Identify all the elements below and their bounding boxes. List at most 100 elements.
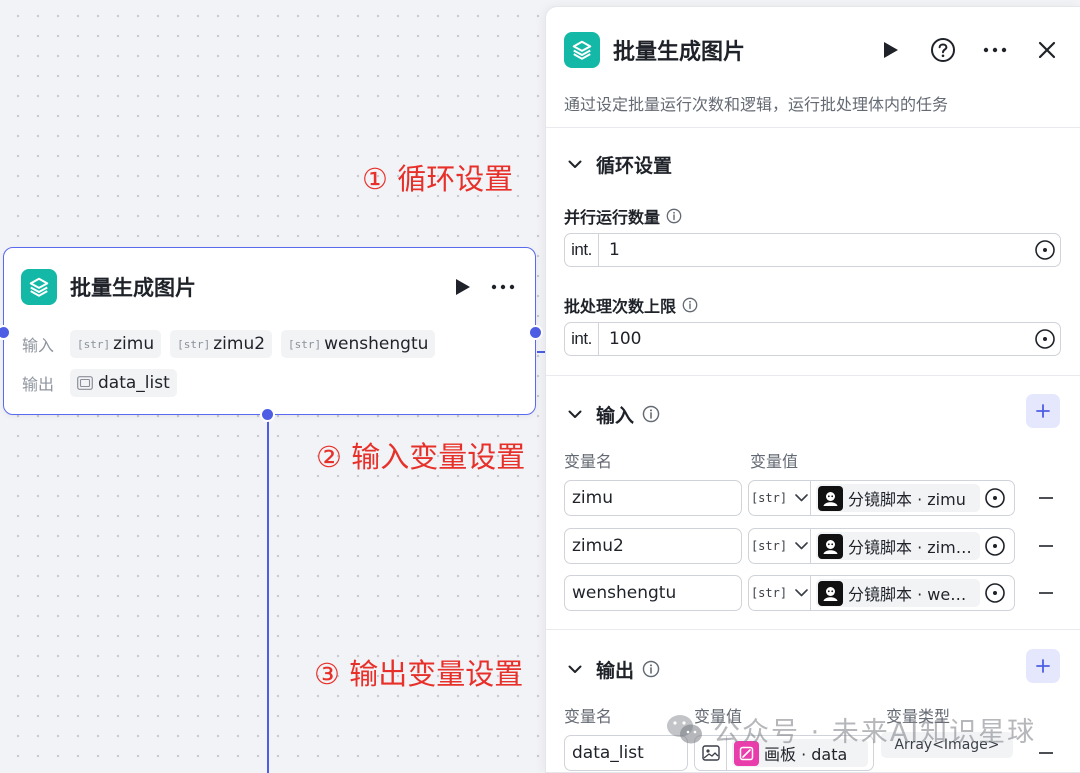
info-icon[interactable] [642, 405, 660, 423]
batch-limit-input[interactable]: int. 100 [564, 322, 1061, 356]
variable-reference[interactable]: 画板 · data [732, 739, 868, 767]
variable-reference[interactable]: 分镜脚本 · zimu [816, 484, 980, 512]
output-col-type: 变量类型 [886, 707, 951, 726]
variable-name-input[interactable]: zimu2 [564, 528, 742, 564]
annotation-loop-settings: ① 循环设置 [362, 162, 514, 196]
batch-node[interactable]: 批量生成图片 输入 [str] zimu [str] zimu2 [str] wens… [0, 247, 543, 422]
output-col-name: 变量名 [564, 707, 613, 726]
chevron-down-icon[interactable] [566, 405, 584, 423]
layers-icon [564, 32, 600, 68]
chevron-down-icon [795, 589, 808, 597]
node-settings-panel: 批量生成图片 通过设定批量运行次数和逻辑，运行批处理体内的任务 循环设置 并行运… [545, 6, 1080, 773]
close-button[interactable] [1032, 35, 1062, 65]
remove-row-button[interactable] [1034, 741, 1058, 765]
input-section-title: 输入 [596, 404, 635, 427]
chevron-down-icon [795, 494, 808, 502]
input-section-header[interactable]: 输入 [566, 394, 1060, 429]
divider [546, 629, 1080, 630]
avatar-icon [818, 580, 843, 606]
input-variable-row: zimu2 [str] 分镜脚本 · zim… [564, 528, 1062, 564]
variable-value-field: [str] 分镜脚本 · we… [748, 575, 1015, 611]
layers-icon [21, 269, 57, 305]
chevron-down-icon[interactable] [566, 155, 584, 173]
panel-title: 批量生成图片 [613, 40, 746, 65]
run-button[interactable] [449, 273, 477, 301]
type-select[interactable]: [str] [749, 576, 811, 610]
chevron-down-icon [795, 542, 808, 550]
batch-body-port[interactable] [260, 407, 275, 422]
int-type-prefix: int. [565, 234, 599, 266]
output-port[interactable] [528, 325, 543, 340]
canvas-icon [734, 740, 759, 766]
input-variable-row: zimu [str] 分镜脚本 · zimu [564, 480, 1062, 516]
variable-name-input[interactable]: wenshengtu [564, 575, 742, 611]
variable-reference[interactable]: 分镜脚本 · we… [816, 579, 980, 607]
info-icon[interactable] [666, 208, 682, 224]
remove-row-button[interactable] [1034, 486, 1058, 510]
panel-header: 批量生成图片 [564, 32, 1062, 68]
avatar-icon [818, 485, 843, 511]
chevron-down-icon[interactable] [566, 660, 584, 678]
info-icon[interactable] [642, 660, 660, 678]
plus-icon [1036, 404, 1050, 418]
batch-limit-value[interactable]: 100 [609, 329, 1030, 349]
loop-section-title: 循环设置 [596, 154, 673, 177]
variable-value-field: 画板 · data [694, 735, 874, 771]
node-inputs: 输入 [str] zimu [str] zimu2 [str] wenshengtu [22, 330, 444, 358]
input-port[interactable] [0, 325, 11, 340]
type-select[interactable]: [str] [749, 481, 811, 515]
more-button[interactable] [489, 273, 517, 301]
avatar-icon [818, 533, 843, 559]
int-type-prefix: int. [565, 323, 599, 355]
input-col-value: 变量值 [750, 452, 799, 471]
close-icon [1038, 41, 1056, 59]
parallel-count-input[interactable]: int. 1 [564, 233, 1061, 267]
more-icon [491, 284, 515, 290]
play-icon [456, 279, 470, 295]
node-input-tag: [str] zimu [70, 330, 162, 358]
node-output-label: 输出 [22, 375, 55, 394]
node-header: 批量生成图片 [21, 269, 517, 305]
help-icon [931, 38, 955, 62]
node-output-tag: data_list [70, 369, 177, 397]
edge-line-down [267, 414, 269, 773]
variable-ref-icon[interactable] [980, 582, 1010, 604]
type-select[interactable] [695, 736, 727, 770]
output-section-header[interactable]: 输出 [566, 649, 1060, 684]
variable-reference[interactable]: 分镜脚本 · zim… [816, 532, 980, 560]
parallel-count-label: 并行运行数量 [564, 204, 682, 228]
output-section-title: 输出 [596, 659, 635, 682]
info-icon[interactable] [682, 297, 698, 313]
variable-ref-icon[interactable] [980, 487, 1010, 509]
parallel-count-value[interactable]: 1 [609, 240, 1030, 260]
node-title: 批量生成图片 [70, 276, 196, 300]
output-variable-type: Array<Image> [881, 732, 1013, 758]
remove-row-button[interactable] [1034, 581, 1058, 605]
add-input-button[interactable] [1026, 394, 1060, 428]
minus-icon [1039, 752, 1053, 754]
plus-icon [1036, 659, 1050, 673]
variable-ref-icon[interactable] [980, 535, 1010, 557]
play-icon [884, 42, 898, 58]
type-select[interactable]: [str] [749, 529, 811, 563]
image-array-icon [77, 376, 93, 390]
variable-value-field: [str] 分镜脚本 · zimu [748, 480, 1015, 516]
node-input-label: 输入 [22, 336, 55, 355]
more-icon [983, 47, 1007, 53]
add-output-button[interactable] [1026, 649, 1060, 683]
remove-row-button[interactable] [1034, 534, 1058, 558]
divider [546, 127, 1080, 128]
variable-ref-icon[interactable] [1030, 328, 1060, 350]
variable-ref-icon[interactable] [1030, 239, 1060, 261]
panel-run-button[interactable] [876, 35, 906, 65]
help-button[interactable] [928, 35, 958, 65]
node-input-tag: [str] wenshengtu [281, 330, 436, 358]
minus-icon [1039, 497, 1053, 499]
variable-value-field: [str] 分镜脚本 · zim… [748, 528, 1015, 564]
loop-section-header[interactable]: 循环设置 [566, 149, 1060, 179]
variable-name-input[interactable]: data_list [564, 735, 688, 771]
variable-name-input[interactable]: zimu [564, 480, 742, 516]
minus-icon [1039, 545, 1053, 547]
divider [546, 375, 1080, 376]
panel-more-button[interactable] [980, 35, 1010, 65]
